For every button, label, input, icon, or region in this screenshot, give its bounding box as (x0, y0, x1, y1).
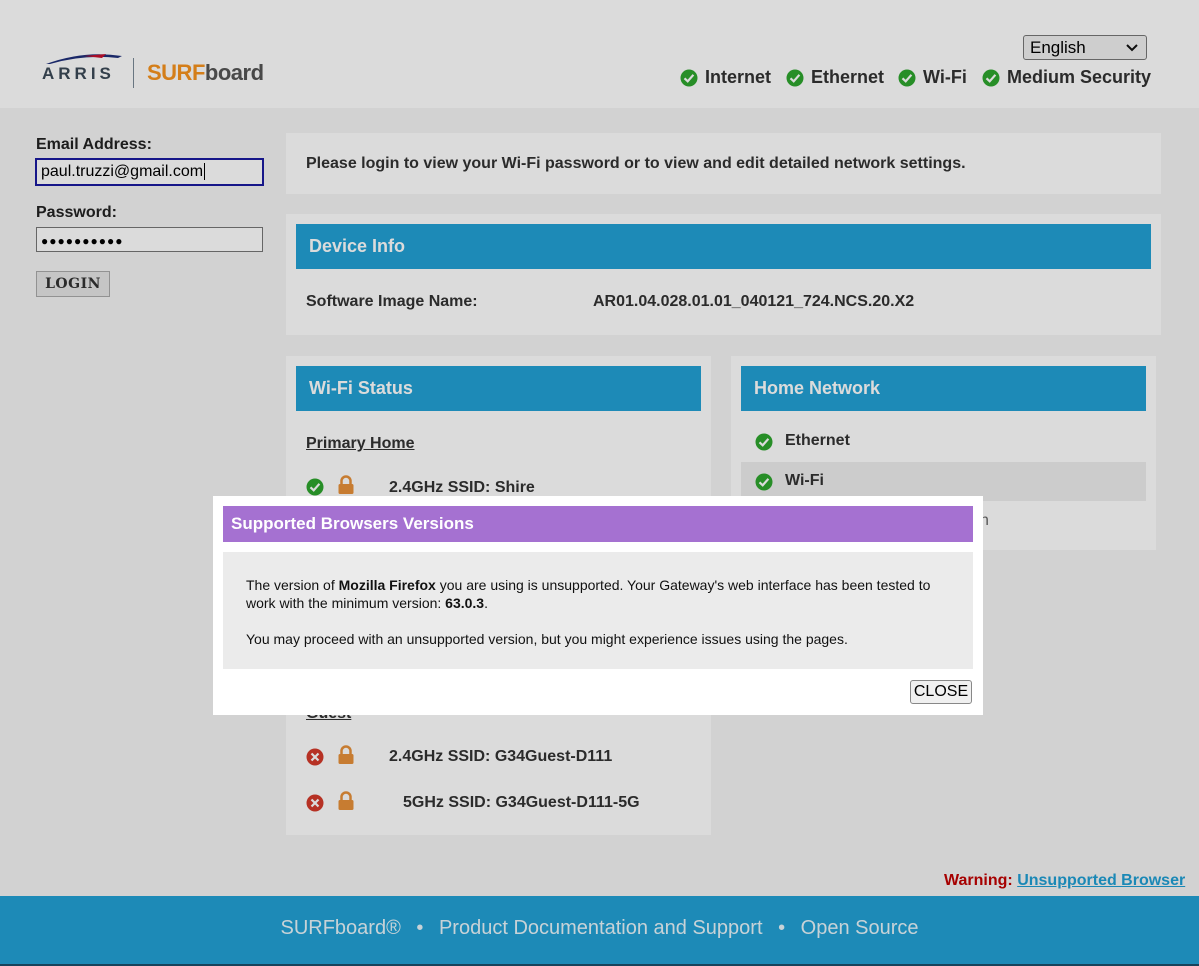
modal-text-1: The version of (246, 577, 339, 593)
modal-message-proceed: You may proceed with an unsupported vers… (246, 631, 848, 647)
modal-browser-name: Mozilla Firefox (338, 577, 436, 593)
modal-title: Supported Browsers Versions (223, 506, 973, 542)
modal-body: The version of Mozilla Firefox you are u… (223, 552, 973, 669)
close-button[interactable]: CLOSE (910, 680, 972, 704)
modal-message-version: The version of Mozilla Firefox you are u… (246, 576, 956, 612)
modal-overlay (0, 0, 1199, 966)
supported-browsers-modal: Supported Browsers Versions The version … (213, 496, 983, 715)
modal-text-3: . (484, 595, 488, 611)
modal-min-version: 63.0.3 (445, 595, 485, 611)
